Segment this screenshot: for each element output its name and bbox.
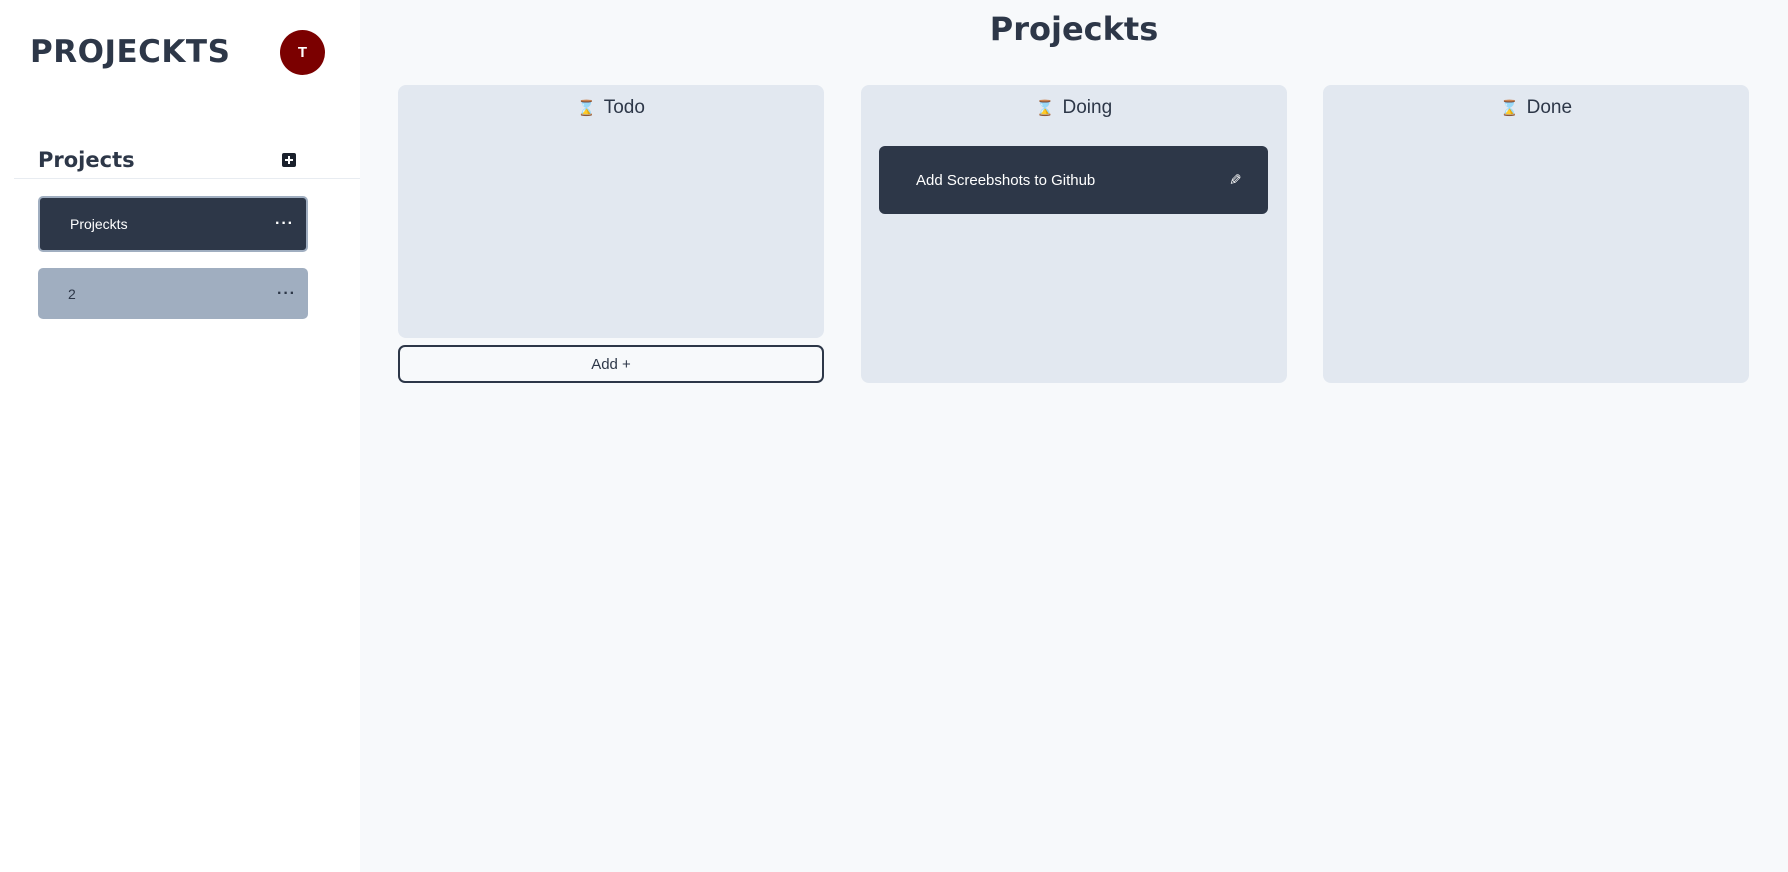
projects-title: Projects: [38, 148, 135, 172]
column-header: ⌛ Doing: [861, 95, 1287, 121]
sidebar-item-projeckts[interactable]: Projeckts ···: [38, 196, 308, 252]
column-title: Doing: [1062, 97, 1113, 118]
sidebar-divider: [14, 178, 360, 179]
column-title: Todo: [603, 97, 645, 118]
hourglass-icon: ⌛: [1035, 99, 1055, 117]
column-header: ⌛ Done: [1323, 95, 1749, 121]
add-project-icon[interactable]: [282, 153, 296, 167]
avatar[interactable]: T: [280, 29, 325, 75]
column-done: ⌛ Done: [1323, 85, 1749, 383]
sidebar-item-label: Projeckts: [70, 216, 128, 232]
add-task-button[interactable]: Add +: [398, 345, 824, 383]
column-todo: ⌛ Todo: [398, 85, 824, 338]
sidebar: PROJECKTS T Projects Projeckts ··· 2 ···: [0, 0, 360, 872]
column-doing: ⌛ Doing Add Screebshots to Github ✎: [861, 85, 1287, 383]
page-title: Projeckts: [989, 10, 1159, 48]
hourglass-icon: ⌛: [1499, 99, 1519, 117]
task-title: Add Screebshots to Github: [916, 171, 1096, 189]
edit-icon[interactable]: ✎: [1229, 172, 1242, 189]
projects-header: Projects: [38, 144, 300, 176]
brand-logo[interactable]: PROJECKTS: [30, 34, 230, 70]
hourglass-icon: ⌛: [577, 99, 596, 117]
sidebar-item-label: 2: [68, 285, 76, 302]
board: Projeckts ⌛ Todo Add + ⌛ Doing Add Scree…: [360, 0, 1788, 872]
brand-row: PROJECKTS T: [30, 28, 325, 76]
more-options-icon[interactable]: ···: [275, 216, 294, 232]
more-options-icon[interactable]: ···: [277, 285, 296, 302]
column-header: ⌛ Todo: [398, 95, 824, 121]
column-title: Done: [1526, 97, 1573, 118]
app: PROJECKTS T Projects Projeckts ··· 2 ···…: [0, 0, 1788, 872]
sidebar-item-2[interactable]: 2 ···: [38, 268, 308, 319]
task-card[interactable]: Add Screebshots to Github ✎: [879, 146, 1268, 214]
